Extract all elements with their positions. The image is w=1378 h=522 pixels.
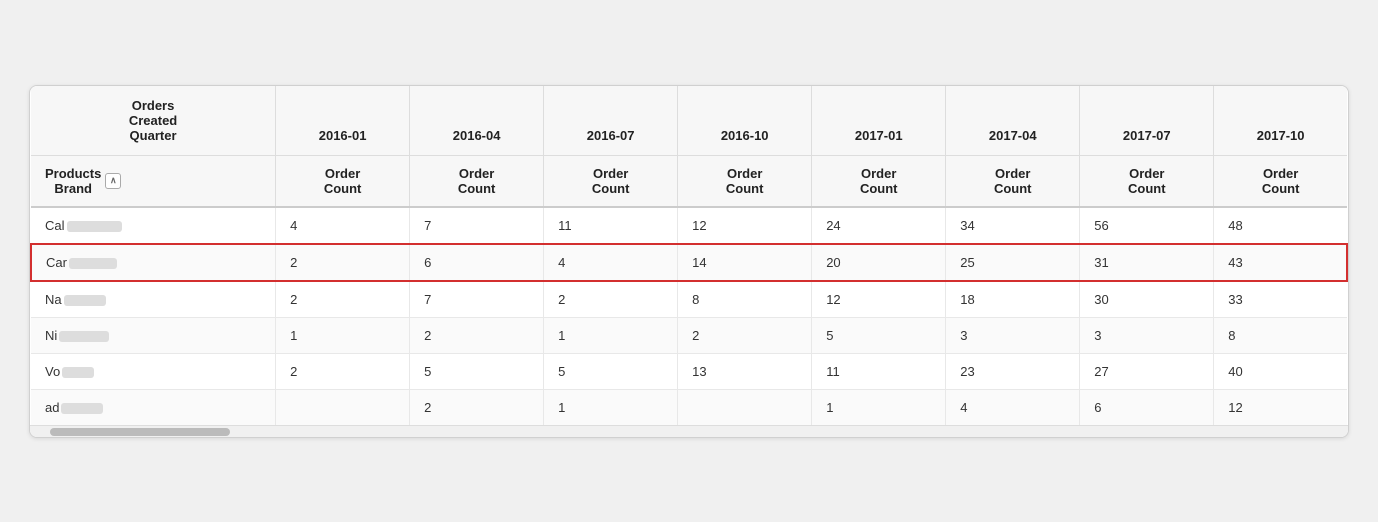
col-header-2016-10: 2016-10: [678, 86, 812, 156]
col-header-2016-04: 2016-04: [410, 86, 544, 156]
value-cell: 2: [544, 281, 678, 318]
col-header-2016-01: 2016-01: [276, 86, 410, 156]
value-cell: [276, 389, 410, 425]
value-cell: 23: [946, 353, 1080, 389]
table-row: Cal47111224345648: [31, 207, 1347, 244]
col-header-2017-10: 2017-10: [1214, 86, 1347, 156]
value-cell: 2: [276, 281, 410, 318]
value-cell: 4: [946, 389, 1080, 425]
value-cell: 13: [678, 353, 812, 389]
col-header-2016-07: 2016-07: [544, 86, 678, 156]
value-cell: 30: [1080, 281, 1214, 318]
products-brand-header: Products Brand ∧: [31, 155, 276, 207]
value-cell: 2: [410, 389, 544, 425]
value-cell: 34: [946, 207, 1080, 244]
value-cell: 25: [946, 244, 1080, 281]
order-count-header-2: Order Count: [410, 155, 544, 207]
value-cell: 56: [1080, 207, 1214, 244]
table-row: ad2114612: [31, 389, 1347, 425]
value-cell: 2: [410, 317, 544, 353]
brand-cell: Car: [31, 244, 276, 281]
brand-cell: Vo: [31, 353, 276, 389]
brand-cell: Ni: [31, 317, 276, 353]
order-count-header-7: Order Count: [1080, 155, 1214, 207]
value-cell: 8: [1214, 317, 1347, 353]
value-cell: 7: [410, 281, 544, 318]
value-cell: 7: [410, 207, 544, 244]
value-cell: 2: [276, 353, 410, 389]
value-cell: 8: [678, 281, 812, 318]
value-cell: 1: [812, 389, 946, 425]
order-count-header-6: Order Count: [946, 155, 1080, 207]
value-cell: 5: [812, 317, 946, 353]
order-count-header-3: Order Count: [544, 155, 678, 207]
value-cell: 20: [812, 244, 946, 281]
main-table-container: Orders Created Quarter 2016-01 2016-04 2…: [29, 85, 1349, 438]
scrollbar-area[interactable]: [30, 425, 1348, 437]
value-cell: 12: [678, 207, 812, 244]
value-cell: 6: [1080, 389, 1214, 425]
value-cell: 18: [946, 281, 1080, 318]
order-count-header-5: Order Count: [812, 155, 946, 207]
value-cell: 14: [678, 244, 812, 281]
value-cell: 12: [812, 281, 946, 318]
order-count-header-4: Order Count: [678, 155, 812, 207]
table-body: Cal47111224345648Car2641420253143Na27281…: [31, 207, 1347, 425]
table-row: Car2641420253143: [31, 244, 1347, 281]
products-brand-label: Products Brand: [45, 166, 101, 196]
orders-quarter-header: Orders Created Quarter: [31, 86, 276, 156]
table-row: Na272812183033: [31, 281, 1347, 318]
table-row: Vo2551311232740: [31, 353, 1347, 389]
value-cell: 6: [410, 244, 544, 281]
sub-header-row: Products Brand ∧ Order Count Order Count…: [31, 155, 1347, 207]
order-count-header-8: Order Count: [1214, 155, 1347, 207]
value-cell: 11: [544, 207, 678, 244]
value-cell: 1: [276, 317, 410, 353]
top-header-row: Orders Created Quarter 2016-01 2016-04 2…: [31, 86, 1347, 156]
value-cell: 11: [812, 353, 946, 389]
value-cell: 2: [276, 244, 410, 281]
order-count-header-1: Order Count: [276, 155, 410, 207]
data-table: Orders Created Quarter 2016-01 2016-04 2…: [30, 86, 1348, 425]
brand-cell: Cal: [31, 207, 276, 244]
value-cell: 5: [544, 353, 678, 389]
value-cell: 40: [1214, 353, 1347, 389]
value-cell: 33: [1214, 281, 1347, 318]
value-cell: 2: [678, 317, 812, 353]
value-cell: 48: [1214, 207, 1347, 244]
value-cell: [678, 389, 812, 425]
value-cell: 1: [544, 317, 678, 353]
sort-icon[interactable]: ∧: [105, 173, 121, 189]
value-cell: 5: [410, 353, 544, 389]
scrollbar-thumb[interactable]: [50, 428, 230, 436]
value-cell: 1: [544, 389, 678, 425]
value-cell: 12: [1214, 389, 1347, 425]
brand-cell: ad: [31, 389, 276, 425]
col-header-2017-04: 2017-04: [946, 86, 1080, 156]
table-row: Ni12125338: [31, 317, 1347, 353]
value-cell: 4: [276, 207, 410, 244]
scroll-wrapper[interactable]: Orders Created Quarter 2016-01 2016-04 2…: [30, 86, 1348, 425]
value-cell: 43: [1214, 244, 1347, 281]
value-cell: 24: [812, 207, 946, 244]
brand-cell: Na: [31, 281, 276, 318]
value-cell: 3: [946, 317, 1080, 353]
value-cell: 27: [1080, 353, 1214, 389]
value-cell: 4: [544, 244, 678, 281]
col-header-2017-07: 2017-07: [1080, 86, 1214, 156]
col-header-2017-01: 2017-01: [812, 86, 946, 156]
value-cell: 31: [1080, 244, 1214, 281]
value-cell: 3: [1080, 317, 1214, 353]
